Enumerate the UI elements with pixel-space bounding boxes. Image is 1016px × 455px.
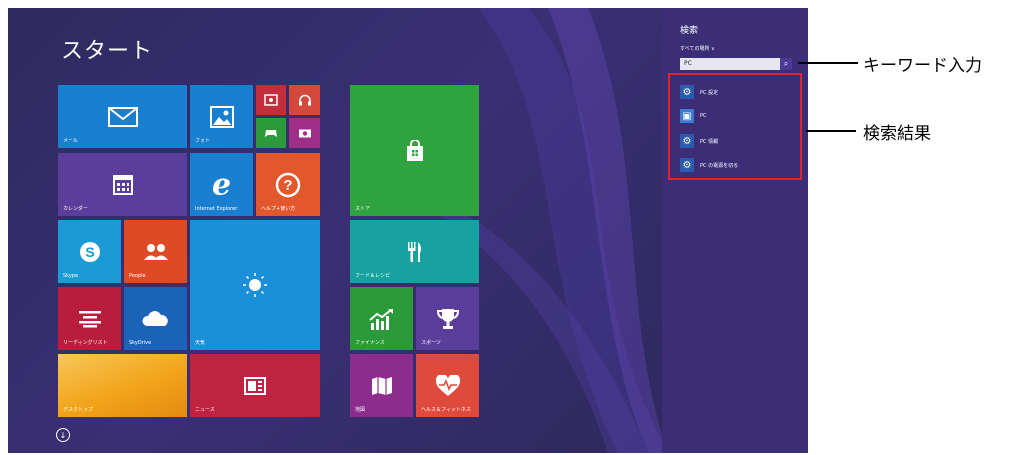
tile-health[interactable]: ヘルス＆フィットネス	[416, 354, 479, 417]
search-scope-dropdown[interactable]: すべての場所 ∨	[680, 45, 715, 52]
search-result-shutdown[interactable]: ⚙ PC の電源を切る	[680, 155, 738, 175]
search-input[interactable]: PC ⌕	[680, 58, 792, 70]
tile-games[interactable]	[256, 118, 286, 148]
heart-icon	[435, 374, 461, 397]
tile-sports[interactable]: スポーツ	[416, 287, 479, 350]
search-result-pc[interactable]: ▣ PC	[680, 106, 707, 126]
tile-label: フォト	[195, 138, 211, 144]
chart-icon	[368, 308, 395, 330]
photo-icon	[209, 105, 234, 128]
tile-label: Skype	[63, 273, 79, 279]
tile-label: カレンダー	[63, 206, 89, 212]
search-result-pc-info[interactable]: ⚙ PC 情報	[680, 131, 718, 151]
callout-keyword: キーワード入力	[863, 56, 982, 76]
camera-icon	[298, 128, 312, 139]
computer-icon: ▣	[680, 109, 694, 123]
news-icon	[244, 376, 266, 395]
tile-photos[interactable]: フォト	[190, 85, 253, 148]
search-result-pc-settings[interactable]: ⚙ PC 設定	[680, 82, 718, 102]
skype-icon: S	[78, 240, 102, 264]
tile-weather[interactable]: 天気	[190, 220, 320, 350]
tile-video[interactable]	[256, 85, 286, 115]
tile-label: デスクトップ	[63, 407, 94, 413]
callout-line-keyword	[798, 62, 858, 64]
map-icon	[371, 376, 393, 396]
tile-label: リーディングリスト	[63, 340, 108, 346]
tile-people[interactable]: People	[124, 220, 187, 283]
tile-label: ヘルプ+使い方	[261, 206, 296, 212]
calendar-icon	[112, 174, 133, 195]
result-label: PC	[700, 113, 707, 119]
tile-label: SkyDrive	[129, 340, 152, 346]
search-query: PC	[684, 60, 692, 67]
tile-music[interactable]	[289, 85, 320, 115]
tile-help[interactable]: ? ヘルプ+使い方	[256, 153, 320, 216]
tile-mail[interactable]: メール	[58, 85, 187, 148]
fork-knife-icon	[406, 241, 424, 263]
tile-label: People	[129, 273, 146, 279]
trophy-icon	[436, 307, 460, 331]
headphones-icon	[298, 94, 312, 107]
mail-icon	[107, 106, 138, 127]
search-title: 検索	[680, 26, 699, 36]
tile-skype[interactable]: S Skype	[58, 220, 121, 283]
result-label: PC 設定	[700, 89, 719, 96]
all-apps-arrow-icon[interactable]: ↓	[56, 428, 70, 442]
ie-icon: e	[211, 167, 232, 202]
search-results: ⚙ PC 設定 ▣ PC ⚙ PC 情報 ⚙ PC の電源を切る	[668, 73, 802, 180]
svg-text:?: ?	[283, 177, 292, 194]
tile-calendar[interactable]: カレンダー	[58, 153, 187, 216]
gear-icon: ⚙	[680, 134, 694, 148]
tile-food[interactable]: フード＆レシピ	[350, 220, 479, 283]
people-icon	[143, 243, 169, 261]
tile-label: ファイナンス	[355, 340, 385, 346]
sun-icon	[242, 272, 268, 298]
tile-label: ニュース	[195, 407, 215, 413]
help-icon: ?	[275, 172, 301, 198]
result-label: PC の電源を切る	[700, 162, 739, 169]
reading-list-icon	[78, 310, 101, 328]
start-title: スタート	[61, 39, 154, 64]
tile-label: 天気	[195, 340, 206, 346]
svg-text:S: S	[85, 244, 94, 260]
gear-icon: ⚙	[680, 158, 694, 172]
tile-label: 地図	[355, 407, 366, 413]
video-icon	[264, 94, 278, 106]
tile-store[interactable]: ストア	[350, 85, 479, 216]
tile-reading-list[interactable]: リーディングリスト	[58, 287, 121, 350]
tile-label: フード＆レシピ	[355, 273, 391, 279]
tile-label: Internet Explorer	[195, 206, 238, 212]
tile-skydrive[interactable]: SkyDrive	[124, 287, 187, 350]
gear-icon: ⚙	[680, 85, 694, 99]
tile-maps[interactable]: 地図	[350, 354, 413, 417]
tile-camera[interactable]	[289, 118, 320, 148]
callout-results: 検索結果	[863, 124, 931, 144]
callout-line-results	[806, 130, 856, 132]
tile-label: メール	[63, 138, 79, 144]
cloud-icon	[141, 310, 170, 327]
tile-ie[interactable]: e Internet Explorer	[190, 153, 253, 216]
tile-news[interactable]: ニュース	[190, 354, 320, 417]
tile-label: ヘルス＆フィットネス	[421, 407, 471, 413]
tile-label: スポーツ	[421, 340, 441, 346]
gamepad-icon	[264, 128, 278, 138]
tile-finance[interactable]: ファイナンス	[350, 287, 413, 350]
shopping-bag-icon	[406, 139, 424, 162]
result-label: PC 情報	[700, 138, 719, 145]
search-icon[interactable]: ⌕	[780, 58, 792, 70]
tile-desktop[interactable]: デスクトップ	[58, 354, 187, 417]
tile-label: ストア	[355, 206, 371, 212]
